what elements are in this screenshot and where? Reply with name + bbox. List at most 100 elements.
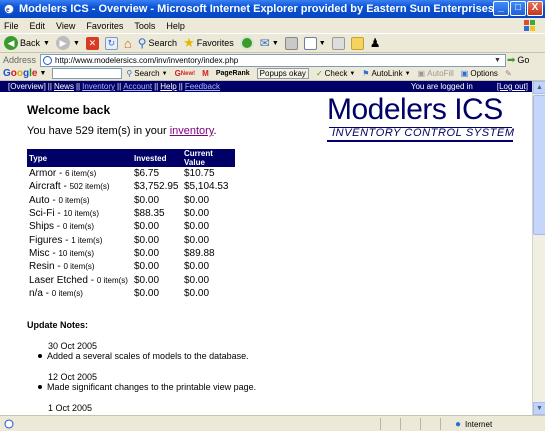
search-button[interactable]: ⚲ Search	[138, 36, 177, 50]
address-dropdown-icon[interactable]: ▼	[494, 57, 501, 64]
nav-overview[interactable]: [Overview]	[8, 82, 46, 91]
messenger-button[interactable]: ♟	[370, 36, 381, 50]
scroll-down-icon[interactable]: ▼	[533, 402, 545, 415]
google-news-button[interactable]: G New!	[175, 69, 196, 78]
col-type: Type	[27, 149, 132, 167]
messenger-icon: ♟	[369, 36, 381, 50]
autofill-button[interactable]: ▣ AutoFill	[418, 69, 454, 78]
inventory-link[interactable]: inventory	[170, 125, 214, 137]
nav-help[interactable]: Help	[160, 82, 176, 91]
back-button[interactable]: ◀ Back ▼	[4, 36, 50, 50]
search-icon: ⚲	[137, 36, 147, 50]
google-logo[interactable]: Google	[3, 68, 37, 79]
maximize-button[interactable]: □	[510, 1, 526, 16]
update-date: 30 Oct 2005	[48, 341, 98, 351]
autolink-button[interactable]: ⚑ AutoLink ▼	[362, 69, 410, 78]
type-cell: n/a - 0 item(s)	[29, 287, 83, 299]
menu-file[interactable]: File	[4, 21, 19, 31]
mail-button[interactable]: ✉ ▼	[260, 36, 279, 50]
inventory-table: Type Invested Current Value Armor - 6 it…	[27, 149, 235, 300]
invested-cell: $0.00	[134, 234, 160, 246]
type-cell: Figures - 1 item(s)	[29, 234, 103, 246]
type-name: Misc	[29, 247, 50, 259]
invested-cell: $88.35	[134, 208, 165, 220]
menu-help[interactable]: Help	[166, 21, 185, 31]
update-text: Made significant changes to the printabl…	[47, 382, 257, 392]
edit-button[interactable]: ▼	[303, 36, 326, 50]
google-menu-icon[interactable]: ▼	[39, 70, 46, 77]
current-value-cell: $0.00	[184, 221, 210, 233]
go-button[interactable]: ➡ Go	[507, 55, 529, 66]
current-value-cell: $5,104.53	[184, 181, 229, 193]
item-count: 10 item(s)	[58, 248, 95, 258]
popups-button[interactable]: Popups okay	[256, 68, 309, 79]
chevron-down-icon: ▼	[404, 70, 411, 77]
folder-button[interactable]	[350, 36, 364, 50]
forward-button[interactable]: ▶ ▼	[55, 36, 80, 50]
menu-favorites[interactable]: Favorites	[86, 21, 123, 31]
invested-cell: $0.00	[134, 274, 160, 286]
vertical-scrollbar[interactable]: ▲ ▼	[532, 81, 545, 415]
gmail-button[interactable]: M	[202, 69, 209, 78]
google-search-input[interactable]	[52, 68, 123, 79]
stop-button[interactable]: ✕	[85, 36, 99, 50]
type-cell: Aircraft - 502 item(s)	[29, 181, 110, 193]
status-bar: ● Internet	[0, 415, 545, 431]
minimize-button[interactable]: _	[493, 1, 509, 16]
highlighter-icon: ✎	[504, 69, 512, 78]
security-zone: ● Internet	[455, 419, 492, 430]
document-icon	[303, 36, 317, 50]
address-input[interactable]: http://www.modelersics.com/inv/inventory…	[40, 53, 507, 67]
invested-cell: $0.00	[134, 287, 160, 299]
type-cell: Sci-Fi - 10 item(s)	[29, 208, 100, 220]
table-row: n/a - 0 item(s) $0.00 $0.00	[27, 287, 235, 300]
spellcheck-button[interactable]: ✓ Check ▼	[316, 69, 355, 78]
nav-inventory[interactable]: Inventory	[82, 82, 115, 91]
chevron-down-icon: ▼	[349, 70, 356, 77]
modelers-ics-logo: Modelers ICS INVENTORY CONTROL SYSTEM	[327, 93, 517, 143]
pagerank-label: PageRank	[215, 70, 250, 77]
google-search-icon: ⚲	[126, 69, 133, 78]
favorites-button[interactable]: ★ Favorites	[183, 35, 234, 51]
options-button[interactable]: ▣ Options	[461, 69, 498, 78]
google-search-button[interactable]: ⚲ Search ▼	[126, 69, 167, 78]
abc-check-icon: ✓	[315, 69, 323, 78]
menu-edit[interactable]: Edit	[30, 21, 46, 31]
table-row: Armor - 6 item(s) $6.75 $10.75	[27, 167, 235, 180]
logo-underline	[327, 140, 513, 142]
item-count: 0 item(s)	[63, 262, 95, 272]
type-cell: Auto - 0 item(s)	[29, 194, 90, 206]
discuss-button[interactable]	[331, 36, 345, 50]
check-label: Check	[324, 69, 348, 78]
history-button[interactable]	[239, 36, 254, 50]
highlight-button[interactable]: ✎	[505, 69, 512, 78]
update-date: 12 Oct 2005	[48, 372, 98, 382]
go-label: Go	[517, 55, 530, 65]
nav-account[interactable]: Account	[123, 82, 152, 91]
star-icon: ★	[183, 35, 195, 50]
nav-feedback[interactable]: Feedback	[185, 82, 220, 91]
bullet-icon	[38, 385, 42, 389]
print-button[interactable]	[284, 36, 298, 50]
globe-icon: ●	[455, 419, 462, 430]
bullet-icon	[38, 354, 42, 358]
item-count: 6 item(s)	[65, 169, 97, 179]
scroll-thumb[interactable]	[533, 95, 545, 235]
menu-tools[interactable]: Tools	[134, 21, 155, 31]
scroll-up-icon[interactable]: ▲	[533, 81, 545, 94]
type-cell: Ships - 0 item(s)	[29, 221, 95, 233]
logout-link[interactable]: [Log out]	[497, 82, 528, 91]
table-row: Laser Etched - 0 item(s) $0.00 $0.00	[27, 273, 235, 286]
close-button[interactable]: X	[527, 1, 543, 16]
menu-view[interactable]: View	[56, 21, 75, 31]
nav-news[interactable]: News	[54, 82, 74, 91]
pagerank-indicator[interactable]: PageRank	[216, 70, 250, 77]
table-row: Ships - 0 item(s) $0.00 $0.00	[27, 220, 235, 233]
col-current-value: Current Value	[182, 149, 235, 167]
home-button[interactable]: ⌂	[124, 36, 132, 51]
options-label: Options	[470, 69, 498, 78]
item-summary-suffix: .	[213, 125, 217, 137]
printer-icon	[284, 36, 298, 50]
history-icon	[239, 36, 254, 50]
refresh-button[interactable]: ↻	[104, 36, 118, 50]
